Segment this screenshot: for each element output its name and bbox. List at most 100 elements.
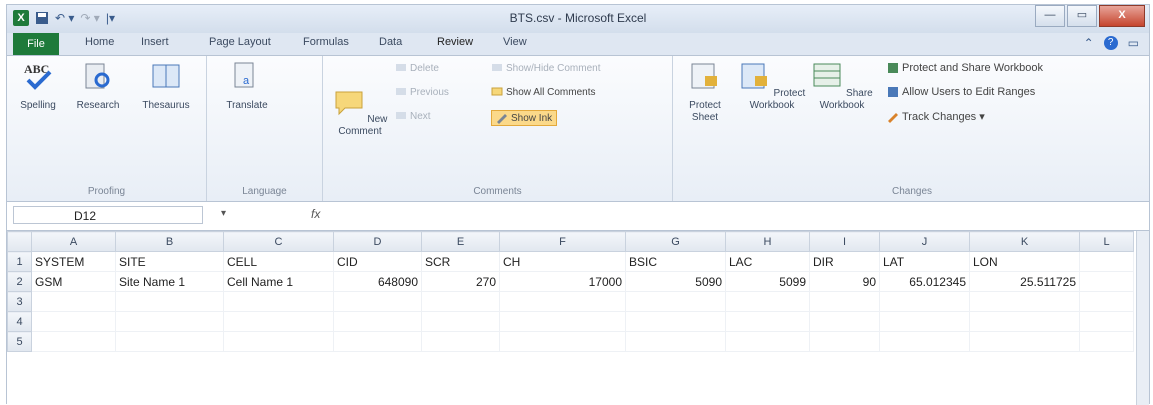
cell[interactable] — [879, 331, 970, 352]
fx-icon[interactable]: fx — [311, 207, 320, 221]
cell[interactable] — [725, 291, 810, 312]
column-header[interactable]: H — [725, 231, 810, 252]
column-header[interactable]: I — [809, 231, 880, 252]
cell[interactable] — [421, 331, 500, 352]
cell[interactable]: SITE — [115, 251, 224, 272]
name-box-dropdown-icon[interactable]: ▾ — [221, 208, 226, 219]
cell[interactable] — [115, 331, 224, 352]
row-header[interactable]: 4 — [7, 311, 32, 332]
protect-share-workbook-button[interactable]: Protect and Share Workbook — [887, 62, 1043, 74]
next-comment-button[interactable]: Next — [395, 110, 431, 122]
cell[interactable] — [1079, 331, 1134, 352]
cell[interactable] — [725, 331, 810, 352]
row-header[interactable]: 3 — [7, 291, 32, 312]
tab-home[interactable]: Home — [85, 36, 114, 48]
cell[interactable] — [969, 311, 1080, 332]
cell[interactable]: LAC — [725, 251, 810, 272]
row-header[interactable]: 2 — [7, 271, 32, 292]
cell[interactable]: 17000 — [499, 271, 626, 292]
cell[interactable]: Cell Name 1 — [223, 271, 334, 292]
cell[interactable] — [969, 291, 1080, 312]
restore-icon[interactable]: ▭ — [1128, 36, 1139, 50]
row-header[interactable]: 1 — [7, 251, 32, 272]
spelling-button[interactable]: ABC Spelling — [13, 60, 63, 112]
cell[interactable] — [115, 311, 224, 332]
cell[interactable]: 90 — [809, 271, 880, 292]
show-all-comments-button[interactable]: Show All Comments — [491, 86, 595, 98]
cell[interactable]: CID — [333, 251, 422, 272]
cell[interactable]: LON — [969, 251, 1080, 272]
cell[interactable] — [625, 291, 726, 312]
tab-data[interactable]: Data — [379, 36, 402, 48]
close-button[interactable]: X — [1099, 5, 1145, 27]
cell[interactable] — [499, 311, 626, 332]
cell[interactable] — [969, 331, 1080, 352]
thesaurus-button[interactable]: Thesaurus — [133, 60, 199, 112]
cell[interactable]: Site Name 1 — [115, 271, 224, 292]
cell[interactable] — [879, 291, 970, 312]
cell[interactable]: CELL — [223, 251, 334, 272]
cell[interactable]: SYSTEM — [31, 251, 116, 272]
cell[interactable]: 5099 — [725, 271, 810, 292]
column-header[interactable]: K — [969, 231, 1080, 252]
cell[interactable] — [809, 291, 880, 312]
cell[interactable] — [333, 311, 422, 332]
cell[interactable] — [809, 331, 880, 352]
protect-workbook-button[interactable]: Protect Workbook — [737, 60, 807, 112]
column-header[interactable]: G — [625, 231, 726, 252]
cell[interactable] — [1079, 311, 1134, 332]
minimize-ribbon-icon[interactable]: ⌃ — [1084, 36, 1094, 50]
tab-view[interactable]: View — [503, 36, 527, 48]
protect-sheet-button[interactable]: Protect Sheet — [677, 60, 733, 124]
column-header[interactable]: L — [1079, 231, 1134, 252]
cell[interactable] — [1079, 271, 1134, 292]
cell[interactable] — [421, 311, 500, 332]
allow-users-edit-ranges-button[interactable]: Allow Users to Edit Ranges — [887, 86, 1035, 98]
share-workbook-button[interactable]: Share Workbook — [811, 60, 873, 112]
cell[interactable] — [31, 291, 116, 312]
cell[interactable] — [31, 331, 116, 352]
cell[interactable]: BSIC — [625, 251, 726, 272]
cell[interactable] — [1079, 291, 1134, 312]
cell[interactable]: CH — [499, 251, 626, 272]
cell[interactable] — [809, 311, 880, 332]
translate-button[interactable]: a Translate — [217, 60, 277, 112]
new-comment-button[interactable]: New Comment — [331, 86, 389, 138]
cell[interactable]: 25.511725 — [969, 271, 1080, 292]
maximize-button[interactable]: ▭ — [1067, 5, 1097, 27]
cell[interactable] — [223, 331, 334, 352]
tab-formulas[interactable]: Formulas — [303, 36, 349, 48]
cell[interactable] — [223, 291, 334, 312]
minimize-button[interactable]: — — [1035, 5, 1065, 27]
cell[interactable] — [421, 291, 500, 312]
research-button[interactable]: Research — [67, 60, 129, 112]
column-header[interactable]: F — [499, 231, 626, 252]
cell[interactable]: LAT — [879, 251, 970, 272]
select-all-corner[interactable] — [7, 231, 32, 252]
track-changes-button[interactable]: Track Changes ▾ — [887, 110, 985, 123]
show-ink-button[interactable]: Show Ink — [491, 110, 558, 126]
column-header[interactable]: J — [879, 231, 970, 252]
delete-comment-button[interactable]: Delete — [395, 62, 439, 74]
cell[interactable] — [499, 331, 626, 352]
tab-insert[interactable]: Insert — [141, 36, 169, 48]
name-box[interactable]: D12 — [13, 206, 203, 224]
cell[interactable] — [115, 291, 224, 312]
cell[interactable] — [625, 331, 726, 352]
cell[interactable] — [625, 311, 726, 332]
cell[interactable] — [31, 311, 116, 332]
column-header[interactable]: E — [421, 231, 500, 252]
column-header[interactable]: D — [333, 231, 422, 252]
cell[interactable]: 65.012345 — [879, 271, 970, 292]
cell[interactable]: GSM — [31, 271, 116, 292]
cell[interactable] — [333, 291, 422, 312]
tab-file[interactable]: File — [13, 33, 59, 55]
cell[interactable] — [223, 311, 334, 332]
cell[interactable] — [879, 311, 970, 332]
show-hide-comment-button[interactable]: Show/Hide Comment — [491, 62, 600, 74]
vertical-scrollbar[interactable] — [1136, 231, 1149, 405]
previous-comment-button[interactable]: Previous — [395, 86, 449, 98]
help-icon[interactable]: ? — [1103, 36, 1118, 50]
cell[interactable]: 5090 — [625, 271, 726, 292]
cell[interactable] — [333, 331, 422, 352]
